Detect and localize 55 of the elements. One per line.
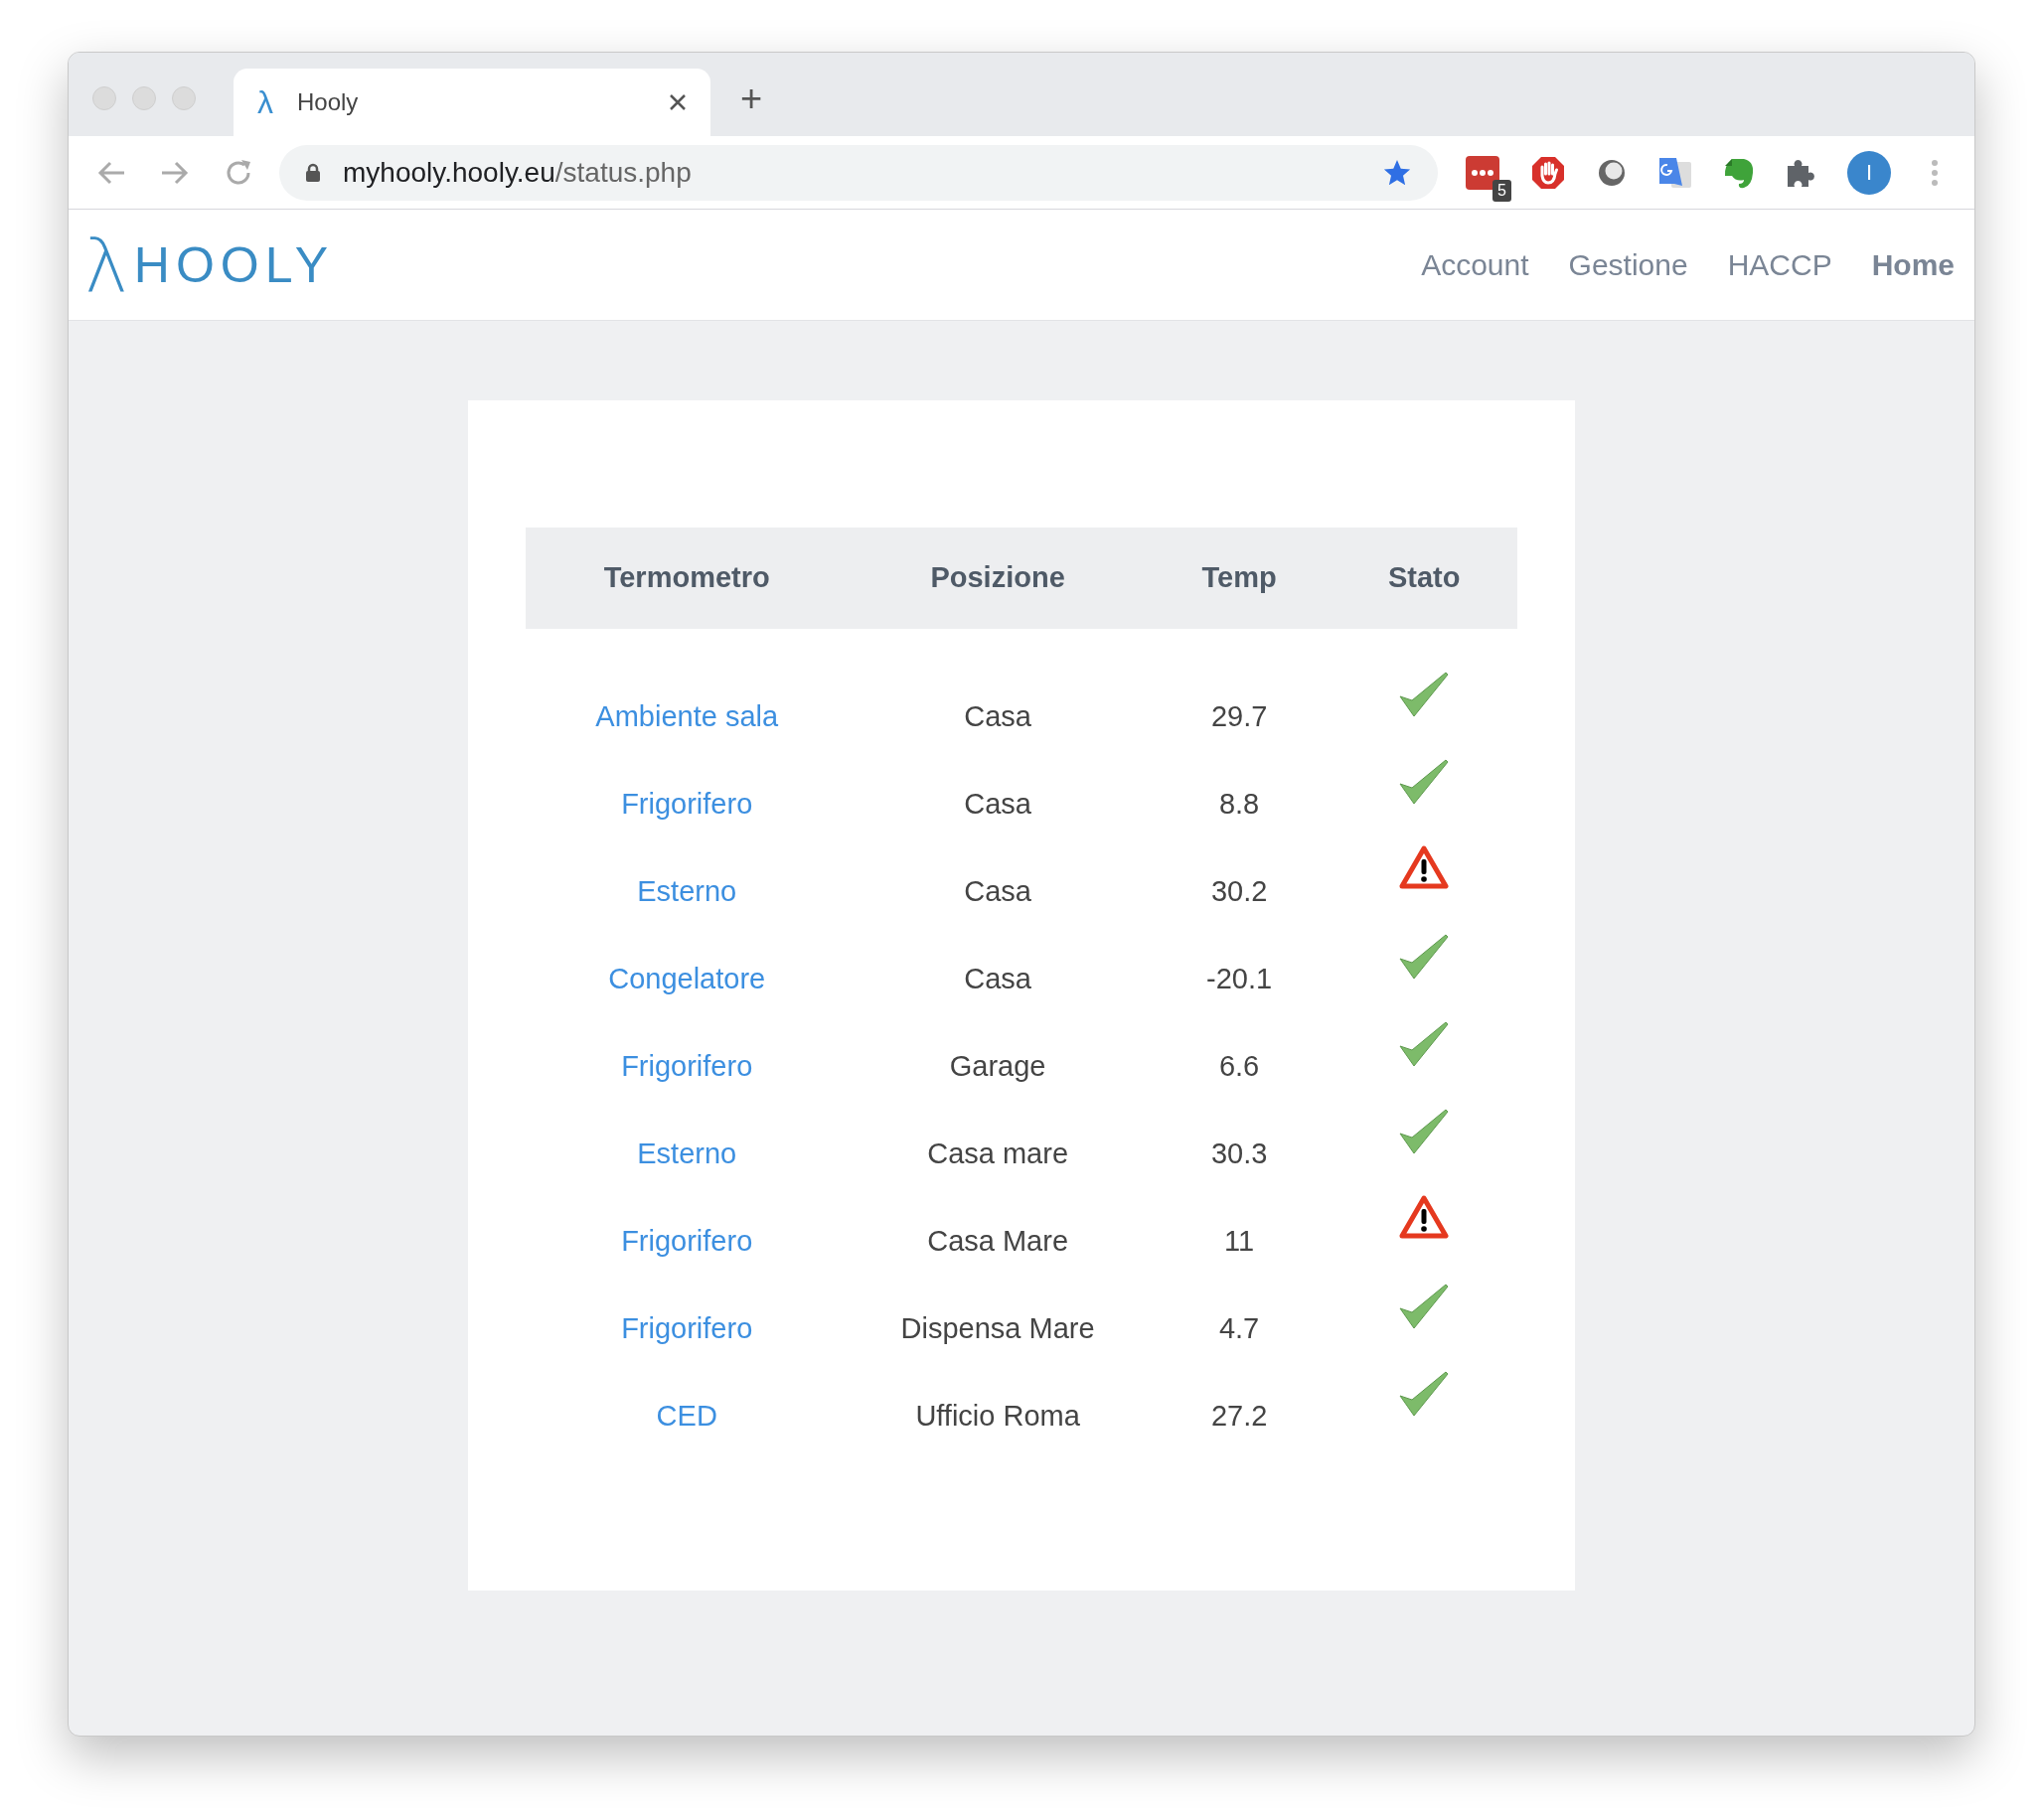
position-text: Casa — [964, 787, 1031, 820]
position-text: Dispensa Mare — [900, 1311, 1095, 1344]
thermometer-link[interactable]: Frigorifero — [621, 787, 753, 820]
logo[interactable]: λ HOOLY — [84, 228, 335, 302]
translate-icon[interactable] — [1658, 155, 1692, 190]
thermometer-link[interactable]: Frigorifero — [621, 1311, 753, 1344]
forward-icon[interactable] — [160, 159, 190, 186]
thermometer-link[interactable]: Esterno — [637, 874, 737, 907]
tab-title: Hooly — [297, 87, 359, 117]
profile-avatar[interactable]: I — [1847, 150, 1891, 195]
position-text: Garage — [949, 1049, 1046, 1082]
nav-link[interactable]: Gestione — [1568, 242, 1688, 287]
logo-symbol: λ — [84, 228, 128, 302]
temperature-text: 8.8 — [1218, 787, 1260, 820]
position-text: Casa Mare — [927, 1224, 1069, 1257]
temperature-text: 30.2 — [1210, 874, 1268, 907]
position-text: Casa mare — [927, 1137, 1069, 1169]
thermometer-link[interactable]: CED — [656, 1399, 717, 1432]
hand-icon[interactable] — [1531, 155, 1565, 190]
dots-icon — [1471, 168, 1494, 177]
url-text: myhooly.hooly.eu/status.php — [343, 155, 692, 190]
thermometer-link[interactable]: Congelatore — [608, 962, 766, 994]
column-header: Termometro — [526, 528, 849, 629]
temperature-text: 4.7 — [1218, 1311, 1260, 1344]
temperature-text: 6.6 — [1218, 1049, 1260, 1082]
thermometer-link[interactable]: Esterno — [637, 1137, 737, 1169]
thermometer-link[interactable]: Ambiente sala — [595, 699, 779, 732]
browser-tab[interactable]: λ Hooly — [234, 69, 710, 136]
back-icon[interactable] — [96, 159, 126, 186]
logo-text: HOOLY — [133, 239, 335, 290]
address-bar[interactable]: myhooly.hooly.eu/status.php — [279, 144, 1438, 201]
lock-icon — [305, 162, 321, 183]
extension-button[interactable] — [1466, 155, 1499, 190]
position-text: Casa — [964, 962, 1031, 994]
nav-link[interactable]: Account — [1421, 242, 1529, 287]
nav-link[interactable]: HACCP — [1727, 242, 1832, 287]
position-text: Casa — [964, 699, 1031, 732]
tab-favicon: λ — [257, 86, 273, 118]
thermometer-link[interactable]: Frigorifero — [621, 1049, 753, 1082]
thermometer-link[interactable]: Frigorifero — [621, 1224, 753, 1257]
extension-badge: 5 — [1492, 179, 1511, 202]
column-header: Stato — [1331, 528, 1517, 629]
temperature-text: 11 — [1224, 1224, 1255, 1257]
temperature-text: 29.7 — [1210, 699, 1268, 732]
temperature-text: -20.1 — [1206, 962, 1273, 994]
temperature-text: 27.2 — [1210, 1399, 1268, 1432]
nav-link[interactable]: Home — [1871, 242, 1955, 287]
menu-icon[interactable] — [1931, 158, 1939, 187]
temperature-text: 30.3 — [1210, 1137, 1268, 1169]
position-text: Ufficio Roma — [915, 1399, 1080, 1432]
new-tab-button[interactable]: + — [740, 79, 763, 117]
position-text: Casa — [964, 874, 1031, 907]
column-header: Temp — [1147, 528, 1332, 629]
close-icon[interactable] — [669, 93, 687, 111]
column-header: Posizione — [848, 528, 1148, 629]
